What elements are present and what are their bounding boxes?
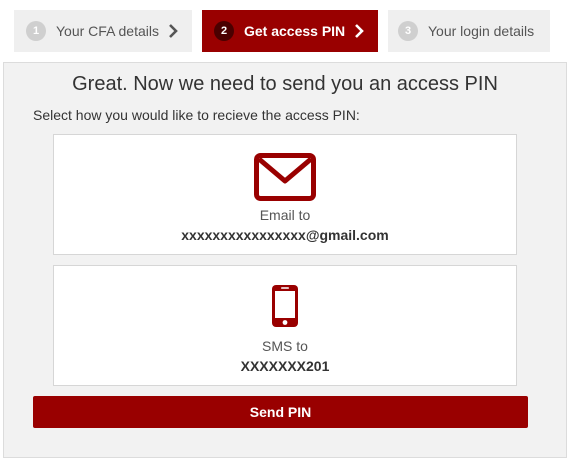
email-option[interactable]: Email to xxxxxxxxxxxxxxxx@gmail.com	[53, 134, 517, 255]
step-number: 2	[214, 21, 234, 41]
chevron-right-icon	[354, 24, 365, 38]
step-label: Get access PIN	[244, 23, 346, 39]
phone-number: XXXXXXX201	[240, 358, 330, 374]
chevron-right-icon	[168, 24, 178, 38]
progress-steps: 1 Your CFA details 2 Get access PIN 3 Yo…	[0, 0, 570, 62]
pin-delivery-panel: Great. Now we need to send you an access…	[3, 62, 567, 458]
step-your-login-details[interactable]: 3 Your login details	[388, 10, 550, 52]
step-label: Your CFA details	[56, 23, 159, 39]
step-number: 1	[26, 21, 46, 41]
sms-option[interactable]: SMS to XXXXXXX201	[53, 265, 517, 386]
email-option-label: Email to	[259, 207, 311, 223]
sms-option-label: SMS to	[262, 338, 308, 354]
step-number: 3	[398, 21, 418, 41]
envelope-icon	[254, 153, 316, 206]
step-get-access-pin[interactable]: 2 Get access PIN	[202, 10, 378, 52]
step-your-cfa-details[interactable]: 1 Your CFA details	[14, 10, 192, 52]
mobile-phone-icon	[271, 284, 299, 333]
page-title: Great. Now we need to send you an access…	[72, 73, 498, 95]
step-label: Your login details	[428, 23, 535, 39]
email-address: xxxxxxxxxxxxxxxx@gmail.com	[181, 227, 389, 243]
send-pin-button[interactable]: Send PIN	[33, 396, 528, 428]
instruction-text: Select how you would like to recieve the…	[33, 107, 360, 123]
